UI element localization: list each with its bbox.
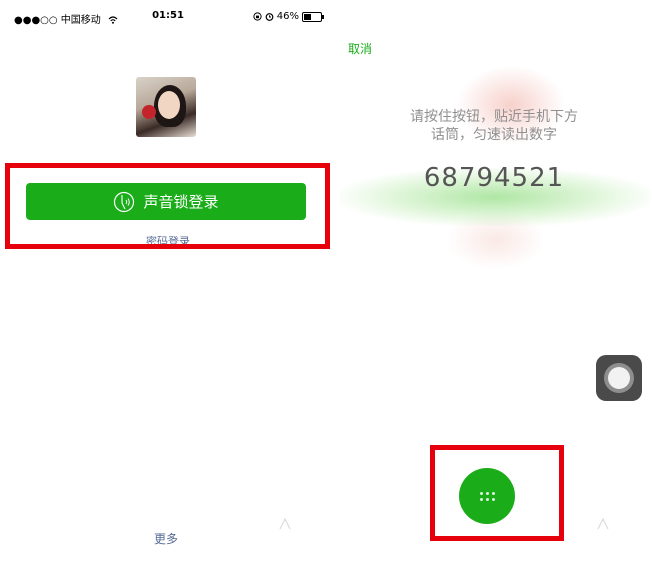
cancel-button[interactable]: 取消 xyxy=(348,40,372,57)
status-right-icons: 46% xyxy=(253,11,324,22)
avatar xyxy=(136,77,196,137)
digit-code: 68794521 xyxy=(423,163,565,193)
voice-instruction: 请按住按钮，贴近手机下方 话筒，匀速读出数字 xyxy=(336,108,652,144)
login-screen: ●●●○○ 中国移动 01:51 46% 声音锁登录 密码登录 更多 xyxy=(0,0,336,572)
alarm-icon xyxy=(265,13,274,21)
instruction-line-2: 话筒，匀速读出数字 xyxy=(431,127,557,143)
assistive-touch-ring xyxy=(604,363,634,393)
avatar-flower xyxy=(142,105,156,119)
battery-percent: 46% xyxy=(276,11,299,22)
highlight-box-voice-login xyxy=(5,163,330,249)
battery-icon xyxy=(302,11,324,22)
highlight-box-speak-button xyxy=(430,445,564,541)
avatar-face xyxy=(158,91,180,119)
lock-rotation-icon xyxy=(253,12,262,21)
status-bar: ●●●○○ 中国移动 01:51 46% xyxy=(0,0,336,28)
assistive-touch-icon[interactable] xyxy=(596,355,642,401)
more-link[interactable]: 更多 xyxy=(140,530,192,547)
instruction-line-1: 请按住按钮，贴近手机下方 xyxy=(410,109,578,125)
battery-fill xyxy=(304,13,312,20)
watermark-mark-icon xyxy=(597,517,609,530)
watermark-mark-icon xyxy=(279,517,291,530)
assistive-touch-center xyxy=(608,367,630,389)
